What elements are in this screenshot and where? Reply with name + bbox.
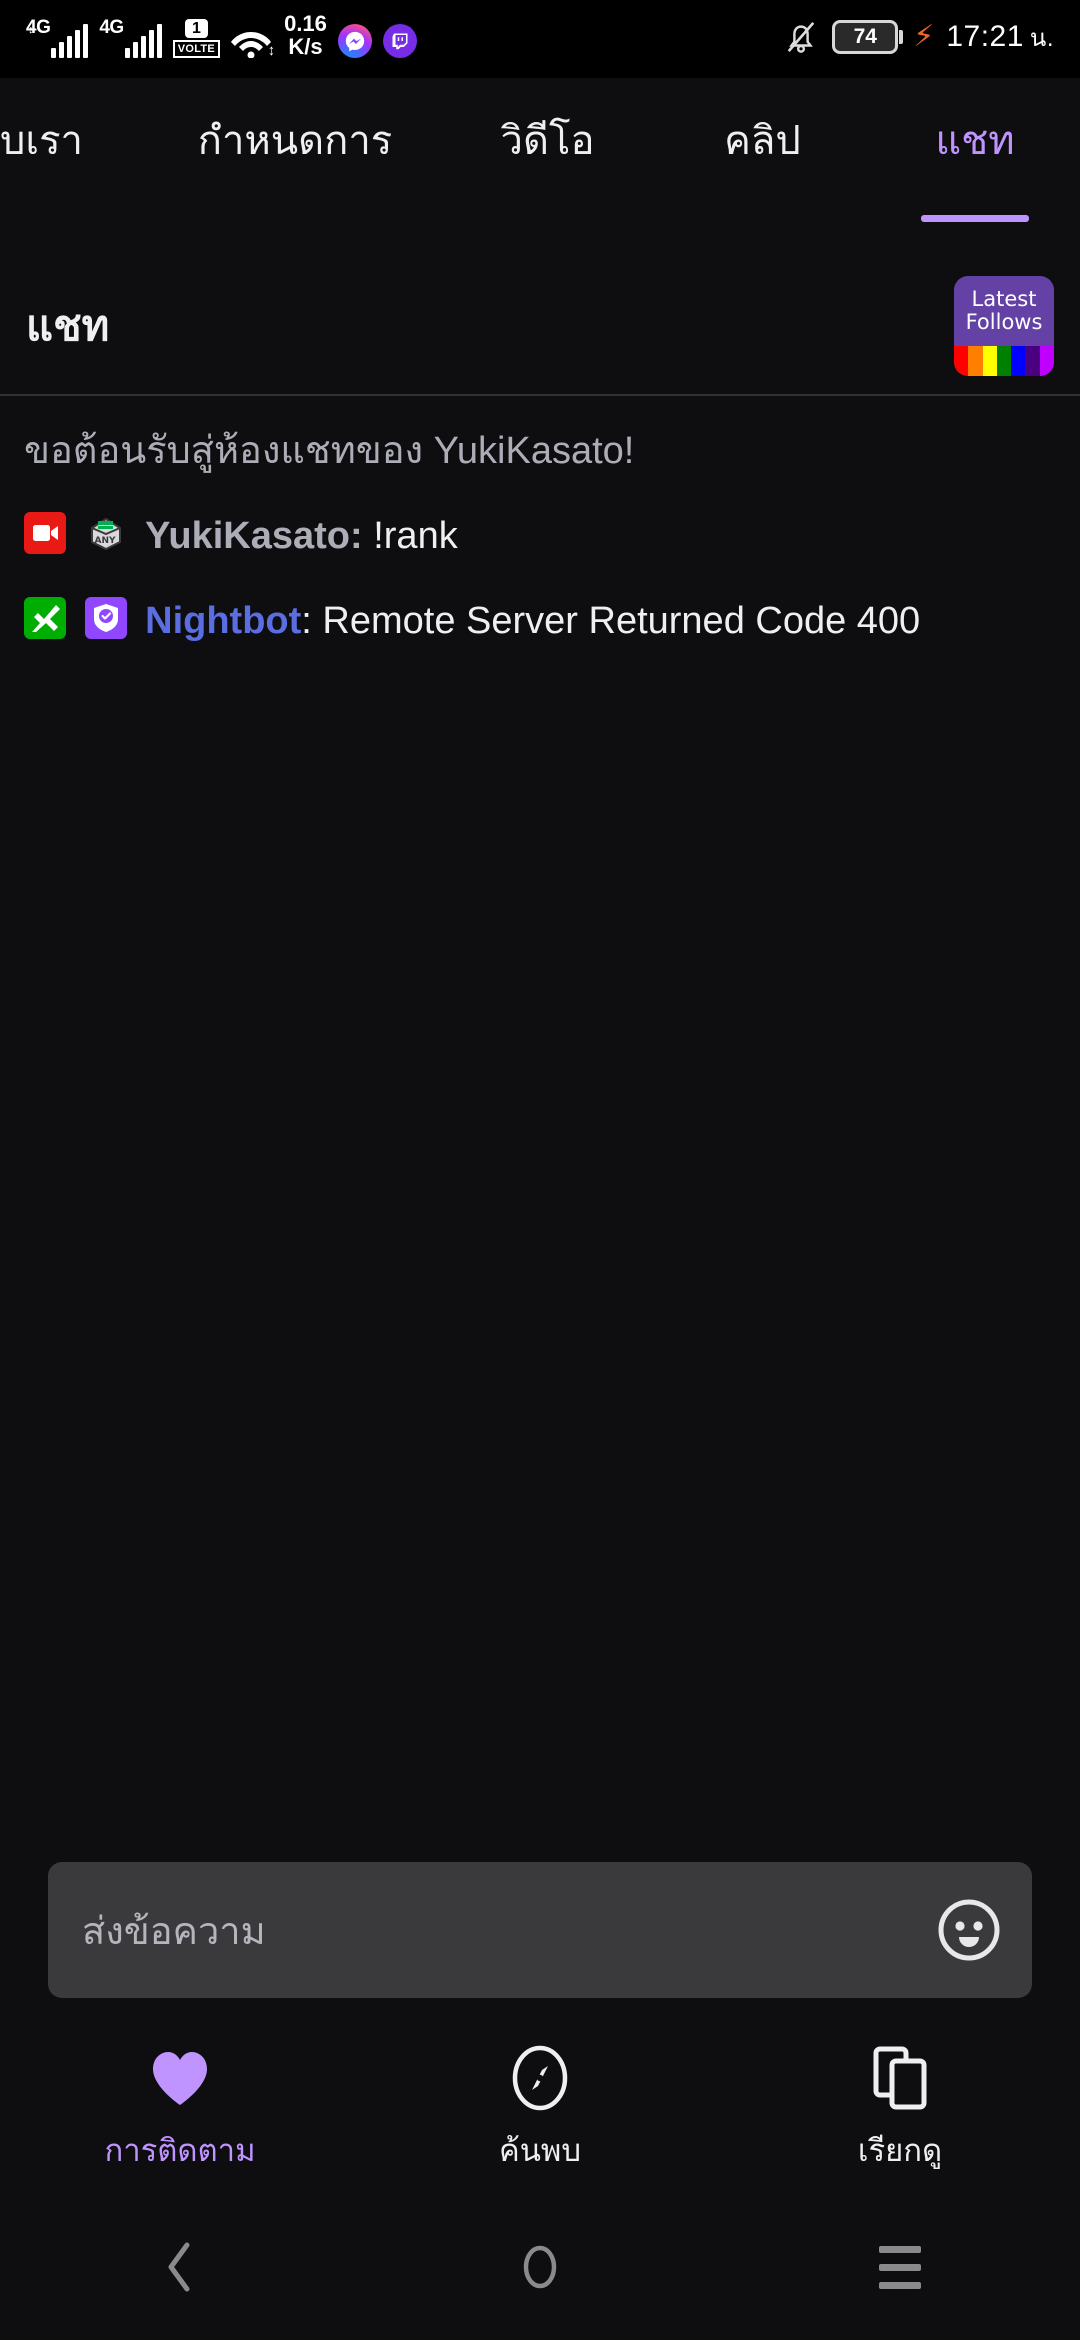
compass-icon — [512, 2045, 568, 2111]
latest-follows-line2: Follows — [965, 310, 1043, 334]
signal-strength-sim2-icon: 4G — [99, 16, 162, 58]
bell-muted-icon — [787, 21, 815, 53]
nav-item-discover-label: ค้นพบ — [498, 2133, 582, 2168]
rainbow-stripes-icon — [954, 346, 1054, 376]
tab-chat[interactable]: แชท — [870, 78, 1080, 258]
message-input-placeholder: ส่งข้อความ — [82, 1910, 266, 1953]
tab-about[interactable]: บเรา — [0, 78, 150, 258]
system-back-button[interactable] — [0, 2241, 360, 2293]
system-navigation-bar — [0, 2194, 1080, 2340]
home-circle-icon — [523, 2245, 557, 2289]
tab-active-indicator — [921, 215, 1029, 222]
volte-sim-icon: 1 VOLTE — [172, 19, 221, 58]
wifi-icon: ↕ — [231, 24, 276, 59]
network-speed-value: 0.16 — [284, 10, 327, 36]
chat-message-row[interactable]: ANY YukiKasato: !rank — [24, 507, 1056, 566]
status-bar: ↕ 4G 4G 1 VOLTE ↕ 0.16 K/s 74 ⚡ 17:21 น. — [0, 0, 1080, 78]
clock-time: 17:21 — [946, 19, 1024, 53]
signal-strength-sim1-icon: ↕ 4G — [26, 16, 89, 58]
nav-item-following[interactable]: การติดตาม — [0, 2045, 360, 2175]
channel-tab-bar: บเรา กำหนดการ วิดีโอ คลิป แชท — [0, 78, 1080, 258]
data-transfer-arrows-icon: ↕ — [267, 42, 276, 59]
latest-follows-badge[interactable]: Latest Follows — [954, 276, 1054, 376]
tab-about-label: บเรา — [0, 119, 84, 163]
chat-username[interactable]: Nightbot — [145, 600, 301, 642]
cards-icon — [872, 2045, 928, 2111]
bottom-navigation-bar: การติดตาม ค้นพบ เรียกดู — [0, 2026, 1080, 2194]
lightning-bolt-icon: ⚡ — [913, 20, 935, 53]
verified-badge-icon — [84, 596, 127, 639]
battery-indicator: 74 — [832, 20, 904, 54]
messenger-icon — [337, 24, 372, 58]
tab-schedule[interactable]: กำหนดการ — [150, 78, 440, 258]
system-home-button[interactable] — [360, 2241, 720, 2293]
chat-message-text: !rank — [373, 515, 458, 558]
chat-separator: : — [350, 515, 374, 558]
nav-item-browse-label: เรียกดู — [857, 2133, 943, 2168]
chat-message-text: Remote Server Returned Code 400 — [322, 599, 921, 642]
system-recents-button[interactable] — [720, 2245, 1080, 2289]
message-input-field[interactable]: ส่งข้อความ — [48, 1862, 1032, 1998]
back-chevron-icon — [168, 2242, 190, 2292]
recents-menu-icon — [879, 2245, 921, 2289]
tab-chat-label: แชท — [935, 119, 1015, 163]
chat-username[interactable]: YukiKasato — [145, 515, 350, 557]
network-speed-indicator: 0.16 K/s — [284, 12, 327, 58]
chat-input-bar: ส่งข้อความ — [0, 1840, 1080, 2020]
any-subscriber-badge-icon: ANY — [85, 512, 127, 554]
phone-screen: ↕ 4G 4G 1 VOLTE ↕ 0.16 K/s 74 ⚡ 17:21 น.… — [0, 0, 1080, 2340]
chat-header: แชท Latest Follows — [0, 258, 1080, 396]
chat-message-list[interactable]: ขอต้อนรับสู่ห้องแชทของ YukiKasato! ANY Y… — [0, 398, 1080, 1840]
battery-level-label: 74 — [853, 25, 877, 48]
chat-welcome-message: ขอต้อนรับสู่ห้องแชทของ YukiKasato! — [24, 430, 635, 472]
nav-item-discover[interactable]: ค้นพบ — [360, 2045, 720, 2175]
tab-schedule-label: กำหนดการ — [197, 119, 393, 163]
tab-videos-label: วิดีโอ — [500, 119, 595, 163]
network-type-label-2: 4G — [99, 17, 124, 38]
chat-message-row[interactable]: Nightbot: Remote Server Returned Code 40… — [24, 592, 1056, 651]
latest-follows-line1: Latest — [971, 287, 1037, 312]
tab-clips[interactable]: คลิป — [655, 78, 870, 258]
chat-separator: : — [301, 599, 323, 642]
broadcaster-badge-icon — [24, 512, 66, 555]
nav-item-following-label: การติดตาม — [104, 2133, 256, 2168]
tab-videos[interactable]: วิดีโอ — [440, 78, 655, 258]
status-bar-clock: 17:21 น. — [946, 18, 1054, 57]
twitch-icon — [382, 24, 417, 58]
sim-number-label: 1 — [184, 19, 208, 38]
chat-header-title: แชท — [26, 302, 110, 349]
moderator-badge-icon — [24, 596, 66, 639]
smiley-face-icon[interactable] — [936, 1897, 1002, 1963]
svg-text:ANY: ANY — [94, 536, 115, 546]
tab-clips-label: คลิป — [724, 119, 801, 163]
nav-item-browse[interactable]: เรียกดู — [720, 2045, 1080, 2175]
clock-suffix: น. — [1029, 24, 1054, 52]
network-speed-unit: K/s — [288, 33, 323, 59]
heart-icon — [149, 2045, 211, 2111]
volte-label: VOLTE — [172, 40, 221, 58]
